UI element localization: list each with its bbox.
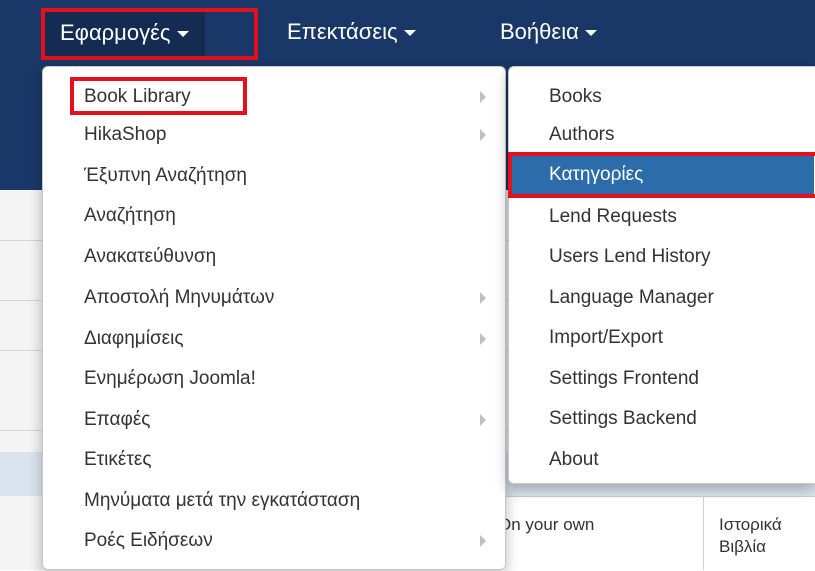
menu-item-contacts[interactable]: Επαφές: [43, 400, 505, 440]
submenu-item-import-export[interactable]: Import/Export: [509, 318, 814, 358]
submenu-item-label: Settings Frontend: [549, 368, 699, 389]
menu-item-label: Αναζήτηση: [84, 205, 176, 226]
highlight-box-apps: [41, 8, 258, 60]
background-cell-text: On your own: [498, 515, 595, 534]
apps-dropdown-menu: Book Library HikaShop Έξυπνη Αναζήτηση Α…: [42, 66, 506, 570]
submenu-item-about[interactable]: About: [509, 440, 814, 480]
submenu-item-label: Lend Requests: [549, 206, 677, 227]
nav-extensions-label: Επεκτάσεις: [287, 19, 398, 44]
caret-down-icon: [584, 30, 597, 37]
submenu-item-lend-requests[interactable]: Lend Requests: [509, 197, 814, 237]
book-library-submenu: Books Authors Κατηγορίες Lend Requests U…: [508, 66, 815, 484]
submenu-item-books[interactable]: Books: [509, 77, 814, 117]
chevron-right-icon: [480, 292, 486, 304]
menu-item-hikashop[interactable]: HikaShop: [43, 115, 505, 155]
nav-help-menu[interactable]: Βοήθεια: [500, 0, 597, 64]
background-cell-text: Ιστορικά: [719, 515, 782, 534]
chevron-right-icon: [480, 333, 486, 345]
menu-item-label: Διαφημίσεις: [84, 328, 184, 349]
menu-item-smart-search[interactable]: Έξυπνη Αναζήτηση: [43, 156, 505, 196]
menu-item-label: Μηνύματα μετά την εγκατάσταση: [84, 490, 361, 511]
chevron-right-icon: [480, 535, 486, 547]
chevron-right-icon: [480, 414, 486, 426]
menu-item-tags[interactable]: Ετικέτες: [43, 440, 505, 480]
submenu-item-users-lend-history[interactable]: Users Lend History: [509, 237, 814, 277]
submenu-item-label: Language Manager: [549, 287, 714, 308]
submenu-item-language-manager[interactable]: Language Manager: [509, 278, 814, 318]
caret-down-icon: [403, 30, 416, 37]
menu-item-messaging[interactable]: Αποστολή Μηνυμάτων: [43, 278, 505, 318]
submenu-item-authors[interactable]: Authors: [509, 115, 814, 155]
chevron-right-icon: [480, 91, 486, 103]
highlight-box-categories: [508, 152, 815, 198]
menu-item-label: HikaShop: [84, 124, 167, 145]
menu-item-label: Έξυπνη Αναζήτηση: [84, 165, 247, 186]
menu-item-joomla-update[interactable]: Ενημέρωση Joomla!: [43, 359, 505, 399]
submenu-item-label: Authors: [549, 124, 615, 145]
submenu-item-label: Books: [549, 86, 602, 107]
menu-item-label: Ανακατεύθυνση: [84, 246, 217, 267]
menu-item-label: Ροές Ειδήσεων: [84, 530, 213, 551]
menu-item-post-install-messages[interactable]: Μηνύματα μετά την εγκατάσταση: [43, 481, 505, 521]
background-column-divider: [703, 496, 704, 570]
menu-item-redirect[interactable]: Ανακατεύθυνση: [43, 237, 505, 277]
menu-item-search[interactable]: Αναζήτηση: [43, 196, 505, 236]
menu-item-label: Ενημέρωση Joomla!: [84, 368, 256, 389]
chevron-right-icon: [480, 129, 486, 141]
nav-help-label: Βοήθεια: [500, 19, 579, 44]
menu-item-banners[interactable]: Διαφημίσεις: [43, 319, 505, 359]
submenu-item-settings-backend[interactable]: Settings Backend: [509, 399, 814, 439]
submenu-item-label: Settings Backend: [549, 408, 697, 429]
submenu-item-label: Users Lend History: [549, 246, 711, 267]
submenu-item-label: Import/Export: [549, 327, 664, 348]
background-cell-text: Βιβλία: [719, 537, 766, 556]
nav-extensions-menu[interactable]: Επεκτάσεις: [287, 0, 416, 64]
menu-item-newsfeeds[interactable]: Ροές Ειδήσεων: [43, 521, 505, 561]
submenu-item-label: About: [549, 449, 599, 470]
menu-item-label: Επαφές: [84, 409, 151, 430]
submenu-item-settings-frontend[interactable]: Settings Frontend: [509, 359, 814, 399]
menu-item-label: Αποστολή Μηνυμάτων: [84, 287, 275, 308]
menu-item-label: Ετικέτες: [84, 449, 152, 470]
highlight-box-book-library: [70, 77, 247, 115]
